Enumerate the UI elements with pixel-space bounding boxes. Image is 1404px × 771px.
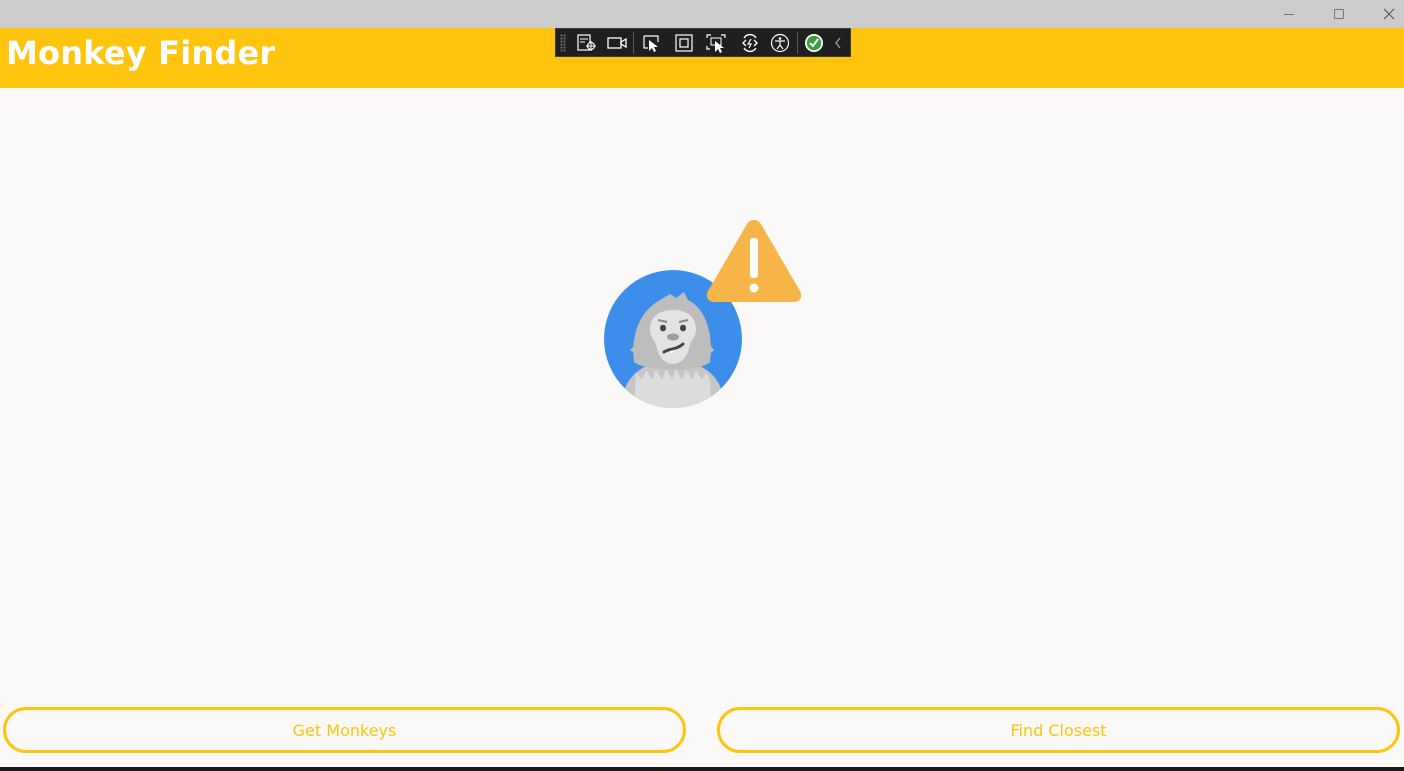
minimize-icon <box>1284 14 1294 15</box>
record-button[interactable] <box>604 31 630 55</box>
maximize-icon <box>1334 9 1344 19</box>
minimize-button[interactable] <box>1266 0 1312 28</box>
hot-reload-button[interactable] <box>737 31 763 55</box>
window-titlebar <box>0 0 1404 28</box>
close-button[interactable] <box>1366 0 1404 28</box>
hot-reload-icon <box>742 33 758 53</box>
display-layout-adorners-icon <box>675 34 693 52</box>
status-button[interactable] <box>801 31 827 55</box>
live-visual-tree-icon <box>577 34 596 51</box>
page-title: Monkey Finder <box>6 34 276 72</box>
warning-icon <box>706 220 802 302</box>
main-content <box>0 88 1404 767</box>
collapse-chevron-icon <box>835 37 841 49</box>
record-icon <box>607 37 627 49</box>
track-focus-button[interactable] <box>703 31 729 55</box>
xaml-debug-toolbar <box>555 28 851 57</box>
close-icon <box>1383 8 1395 20</box>
accessibility-icon <box>770 33 790 53</box>
display-layout-adorners-button[interactable] <box>671 31 697 55</box>
monkey-warning-illustration <box>604 220 802 408</box>
select-element-button[interactable] <box>639 31 665 55</box>
toolbar-separator <box>633 32 634 54</box>
accessibility-checker-button[interactable] <box>767 31 793 55</box>
live-visual-tree-button[interactable] <box>574 31 600 55</box>
find-closest-button[interactable]: Find Closest <box>717 707 1400 753</box>
select-element-icon <box>643 35 659 52</box>
toolbar-separator <box>797 32 798 54</box>
collapse-toolbar-button[interactable] <box>829 31 847 55</box>
track-focus-icon <box>706 34 726 53</box>
toolbar-grip[interactable] <box>560 34 566 52</box>
status-ok-icon <box>805 34 823 52</box>
maximize-button[interactable] <box>1316 0 1362 28</box>
get-monkeys-button[interactable]: Get Monkeys <box>3 707 686 753</box>
window-bottom-edge <box>0 767 1404 771</box>
